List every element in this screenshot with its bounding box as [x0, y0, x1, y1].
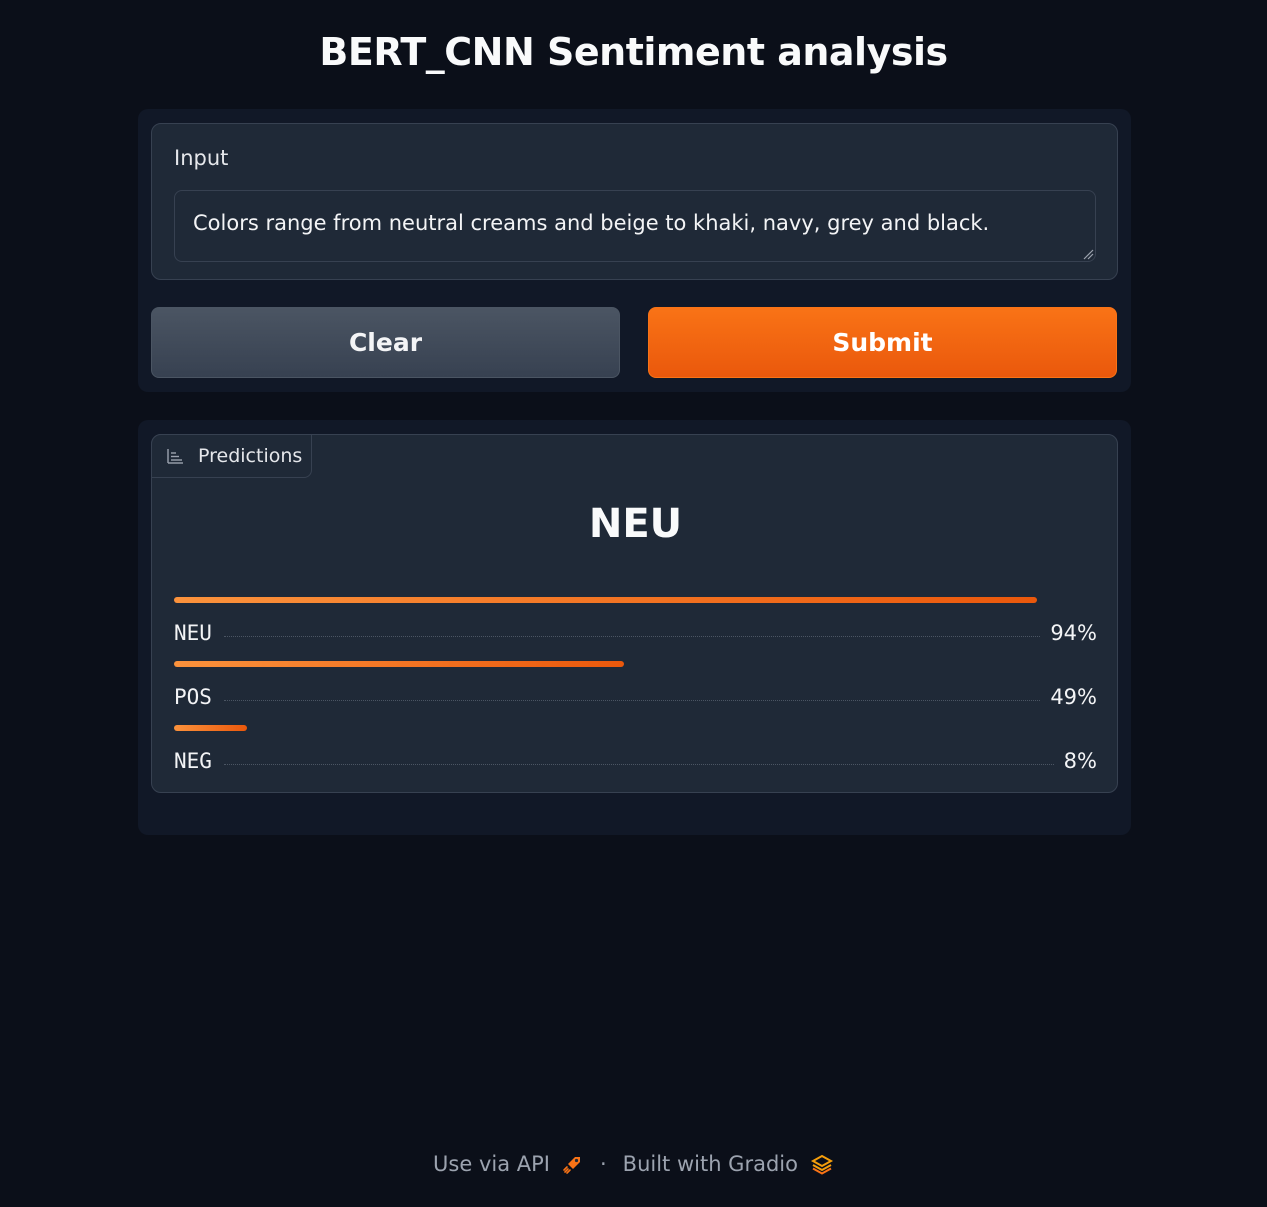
built-with-gradio-label: Built with Gradio — [622, 1152, 798, 1176]
footer: Use via API · Built with Gradio — [0, 1152, 1267, 1176]
rocket-icon — [563, 1157, 580, 1174]
footer-separator: · — [599, 1152, 607, 1176]
gradio-logo-icon — [810, 1154, 834, 1175]
clear-button[interactable]: Clear — [151, 307, 620, 378]
prediction-percent: 49% — [1050, 685, 1097, 709]
use-via-api-link[interactable]: Use via API — [433, 1152, 584, 1176]
input-panel: Input Clear Submit — [138, 109, 1131, 392]
confidence-bar — [174, 597, 1037, 603]
use-via-api-label: Use via API — [433, 1152, 550, 1176]
prediction-label: POS — [174, 685, 212, 709]
input-block: Input — [151, 123, 1118, 280]
prediction-percent: 8% — [1063, 749, 1097, 773]
resize-handle-icon[interactable] — [1082, 248, 1094, 260]
dotted-leader — [223, 700, 1041, 701]
predictions-tab-label: Predictions — [198, 445, 303, 467]
confidence-bar — [174, 725, 247, 731]
top-prediction-label: NEU — [588, 501, 683, 547]
page-title: BERT_CNN Sentiment analysis — [319, 30, 948, 74]
predictions-tab: Predictions — [151, 434, 312, 478]
prediction-label: NEG — [174, 749, 212, 773]
built-with-gradio-link[interactable]: Built with Gradio — [623, 1152, 834, 1176]
input-textarea[interactable] — [174, 190, 1096, 262]
input-label: Input — [174, 146, 229, 170]
output-panel: Predictions NEU NEU 94% POS 49% NEG 8% — [138, 420, 1131, 835]
submit-button[interactable]: Submit — [648, 307, 1117, 378]
prediction-label: NEU — [174, 621, 212, 645]
dotted-leader — [223, 636, 1041, 637]
page: BERT_CNN Sentiment analysis Input Clear … — [0, 0, 1267, 1207]
confidence-bar — [174, 661, 624, 667]
dotted-leader — [223, 764, 1054, 765]
bar-chart-icon — [167, 449, 183, 464]
prediction-percent: 94% — [1050, 621, 1097, 645]
predictions-block: Predictions NEU NEU 94% POS 49% NEG 8% — [151, 434, 1118, 793]
